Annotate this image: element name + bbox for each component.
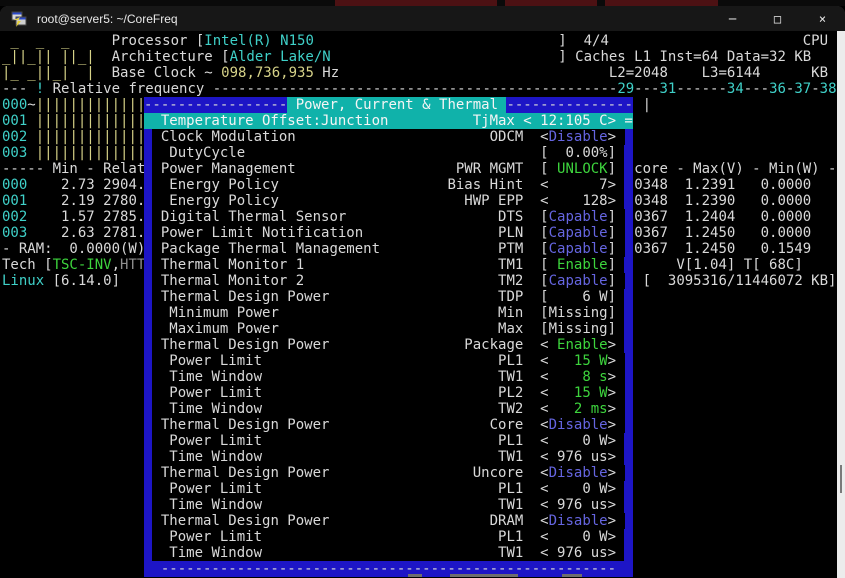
dialog-row[interactable]: Thermal Design Power Package < Enable> [144, 337, 633, 353]
dialog-row[interactable]: DutyCycle [ 0.00%] [144, 145, 633, 161]
terminal-line: _ _ _ Processor [Intel(R) N150 ] 4/4 CPU [2, 33, 837, 49]
dialog-row[interactable]: Thermal Design Power TDP [ 6 W] [144, 289, 633, 305]
scrollbar[interactable] [837, 31, 845, 578]
dialog-row[interactable]: Package Thermal Management PTM [Capable] [144, 241, 633, 257]
dialog-row[interactable]: Power Limit Notification PLN [Capable] [144, 225, 633, 241]
dialog-row[interactable]: Power Management PWR MGMT [ UNLOCK] [144, 161, 633, 177]
dialog-row[interactable]: Time Window TW1 < 8 s> [144, 369, 633, 385]
terminal-line: --- ! Relative frequency ---------------… [2, 81, 837, 97]
dialog-top-border: ----------------- Power, Current & Therm… [144, 97, 633, 113]
titlebar[interactable]: root@server5: ~/CoreFreq ─ □ × [0, 6, 845, 31]
footer-fragment [408, 574, 422, 577]
window-title: root@server5: ~/CoreFreq [37, 12, 710, 26]
dialog-row[interactable]: Time Window TW1 < 976 us> [144, 449, 633, 465]
putty-window: root@server5: ~/CoreFreq ─ □ × _ _ _ Pro… [0, 6, 845, 578]
terminal-line: _||_|| ||_| Architecture [Alder Lake/N ]… [2, 49, 837, 65]
dialog-row[interactable]: Power Limit PL1 < 0 W> [144, 433, 633, 449]
dialog-row[interactable]: Clock Modulation ODCM <Disable> [144, 129, 633, 145]
terminal-viewport[interactable]: _ _ _ Processor [Intel(R) N150 ] 4/4 CPU… [0, 31, 845, 578]
dialog-row[interactable]: Power Limit PL1 < 15 W> [144, 353, 633, 369]
putty-icon[interactable] [11, 11, 27, 27]
dialog-row[interactable]: Thermal Design Power Uncore <Disable> [144, 465, 633, 481]
dialog-row[interactable]: Power Limit PL2 < 15 W> [144, 385, 633, 401]
dialog-row[interactable]: Digital Thermal Sensor DTS [Capable] [144, 209, 633, 225]
dialog-row[interactable]: Time Window TW1 < 976 us> [144, 545, 633, 561]
maximize-button[interactable]: □ [755, 6, 800, 31]
footer-fragment [562, 574, 582, 577]
dialog-selected-row[interactable]: Temperature Offset:Junction TjMax < 12:1… [144, 113, 633, 129]
dialog-row[interactable]: Thermal Design Power Core <Disable> [144, 417, 633, 433]
footer-fragment [450, 574, 518, 577]
dialog-row[interactable]: Maximum Power Max [Missing] [144, 321, 633, 337]
dialog-row[interactable]: Energy Policy HWP EPP < 128> [144, 193, 633, 209]
terminal-line: |_ _||_| | Base Clock ~ 098,736,935 Hz L… [2, 65, 837, 81]
dialog-row[interactable]: Power Limit PL1 < 0 W> [144, 529, 633, 545]
close-button[interactable]: × [800, 6, 845, 31]
minimize-button[interactable]: ─ [710, 6, 755, 31]
dialog-bottom-border: ----------------------------------------… [144, 561, 633, 577]
dialog-row[interactable]: Thermal Monitor 2 TM2 [Capable] [144, 273, 633, 289]
dialog-row[interactable]: Minimum Power Min [Missing] [144, 305, 633, 321]
dialog-row[interactable]: Thermal Monitor 1 TM1 [ Enable] [144, 257, 633, 273]
corefreq-dialog: ----------------- Power, Current & Therm… [144, 97, 633, 577]
dialog-row[interactable]: Thermal Design Power DRAM <Disable> [144, 513, 633, 529]
scrollbar-thumb[interactable] [840, 465, 842, 493]
dialog-row[interactable]: Time Window TW1 < 976 us> [144, 497, 633, 513]
dialog-row[interactable]: Power Limit PL1 < 0 W> [144, 481, 633, 497]
dialog-row[interactable]: Energy Policy Bias Hint < 7> [144, 177, 633, 193]
dialog-row[interactable]: Time Window TW2 < 2 ms> [144, 401, 633, 417]
